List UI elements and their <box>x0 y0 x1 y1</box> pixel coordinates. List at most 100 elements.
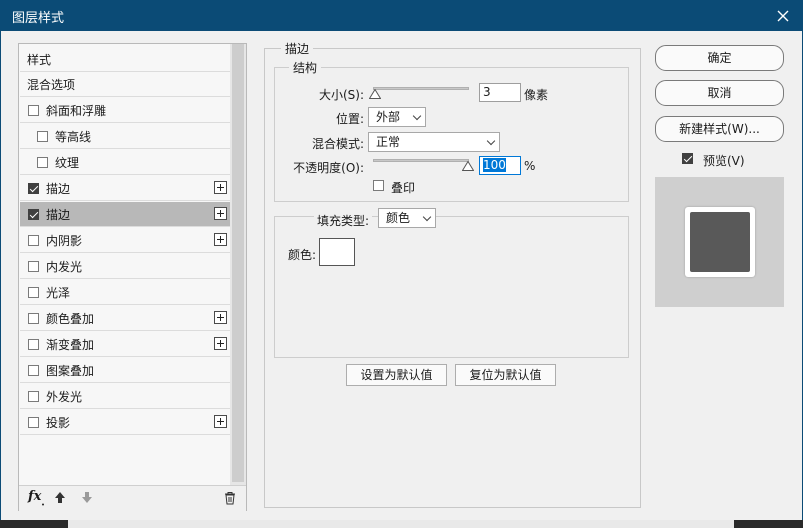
list-item-label: 光泽 <box>46 285 71 300</box>
position-select[interactable]: 外部 <box>368 107 426 127</box>
style-preview <box>655 177 784 307</box>
stroke-section-title: 描边 <box>281 40 314 57</box>
checkbox[interactable] <box>37 130 48 142</box>
reset-default-button[interactable]: 复位为默认值 <box>455 364 556 386</box>
list-item-inner-glow[interactable]: 内发光 <box>20 254 230 279</box>
preview-checkbox[interactable] <box>682 153 693 164</box>
list-item-satin[interactable]: 光泽 <box>20 280 230 305</box>
checkbox[interactable] <box>28 208 39 220</box>
list-item-label: 斜面和浮雕 <box>46 103 107 118</box>
list-item-color-overlay[interactable]: 颜色叠加 <box>20 306 230 331</box>
checkbox[interactable] <box>28 312 39 324</box>
add-effect-button[interactable] <box>214 415 227 428</box>
set-default-button[interactable]: 设置为默认值 <box>346 364 447 386</box>
checkbox[interactable] <box>28 234 39 246</box>
size-unit: 像素 <box>524 88 549 102</box>
arrow-up-icon[interactable] <box>54 491 66 504</box>
list-item-bevel-emboss[interactable]: 斜面和浮雕 <box>20 98 230 123</box>
styles-list-panel: 样式 混合选项 斜面和浮雕 等高线 纹理 描边 描边 内阴影 内发光 光泽 颜色 <box>18 43 247 511</box>
list-item-label: 投影 <box>46 415 71 430</box>
preview-label: 预览(V) <box>703 154 745 168</box>
opacity-slider-thumb[interactable] <box>462 161 474 171</box>
opacity-value: 100 <box>483 158 506 172</box>
list-item-label: 纹理 <box>55 155 80 170</box>
size-slider-track[interactable] <box>373 87 469 90</box>
list-item-label: 描边 <box>46 207 71 222</box>
checkbox[interactable] <box>28 338 39 350</box>
list-item-label: 内发光 <box>46 259 83 274</box>
checkbox[interactable] <box>37 156 48 168</box>
opacity-unit: % <box>524 159 536 173</box>
background-light-strip <box>68 520 734 528</box>
opacity-slider-track[interactable] <box>373 159 469 162</box>
list-item-label: 渐变叠加 <box>46 337 95 352</box>
preview-square-border <box>685 207 755 277</box>
position-label: 位置: <box>335 112 364 126</box>
list-item-label: 图案叠加 <box>46 363 95 378</box>
list-item-label: 外发光 <box>46 389 83 404</box>
add-effect-button[interactable] <box>214 311 227 324</box>
list-scrollbar[interactable] <box>230 44 246 485</box>
size-label: 大小(S): <box>318 88 364 102</box>
list-item-label: 描边 <box>46 181 71 196</box>
checkbox[interactable] <box>28 182 39 194</box>
add-effect-button[interactable] <box>214 207 227 220</box>
trash-icon[interactable] <box>224 491 236 505</box>
color-swatch[interactable] <box>319 238 355 266</box>
fill-type-label: 填充类型: <box>314 212 373 229</box>
new-style-button[interactable]: 新建样式(W)... <box>655 116 784 142</box>
background-strip <box>0 520 803 528</box>
title-bar: 图层样式 <box>0 0 803 31</box>
list-header-styles[interactable]: 样式 <box>20 47 230 72</box>
overprint-checkbox[interactable] <box>373 180 384 191</box>
checkbox[interactable] <box>28 286 39 298</box>
fx-button[interactable]: fx <box>28 489 41 504</box>
list-item-pattern-overlay[interactable]: 图案叠加 <box>20 358 230 383</box>
chevron-down-icon <box>422 212 432 222</box>
add-effect-button[interactable] <box>214 181 227 194</box>
color-label: 颜色: <box>288 248 317 262</box>
chevron-down-icon <box>412 111 422 121</box>
list-item-stroke-selected[interactable]: 描边 <box>20 202 230 227</box>
chevron-down-icon <box>486 136 496 146</box>
list-item-label: 样式 <box>27 52 52 67</box>
add-effect-button[interactable] <box>214 233 227 246</box>
fill-type-select[interactable]: 颜色 <box>378 208 436 228</box>
add-effect-button[interactable] <box>214 337 227 350</box>
ok-button[interactable]: 确定 <box>655 45 784 71</box>
list-item-label: 等高线 <box>55 129 92 144</box>
structure-title: 结构 <box>289 59 322 76</box>
opacity-label: 不透明度(O): <box>293 161 364 175</box>
cancel-button[interactable]: 取消 <box>655 80 784 106</box>
fill-type-value: 颜色 <box>386 211 411 225</box>
list-item-texture[interactable]: 纹理 <box>20 150 230 175</box>
list-item-inner-shadow[interactable]: 内阴影 <box>20 228 230 253</box>
checkbox[interactable] <box>28 104 39 116</box>
close-icon <box>777 10 789 21</box>
size-input[interactable]: 3 <box>479 83 521 102</box>
list-item-blending-options[interactable]: 混合选项 <box>20 72 230 97</box>
list-item-stroke[interactable]: 描边 <box>20 176 230 201</box>
fx-dropdown-icon <box>42 503 44 506</box>
list-item-label: 混合选项 <box>27 77 76 92</box>
checkbox[interactable] <box>28 260 39 272</box>
size-slider-thumb[interactable] <box>369 89 381 99</box>
list-item-label: 内阴影 <box>46 233 83 248</box>
arrow-down-icon[interactable] <box>81 491 93 504</box>
list-item-contour[interactable]: 等高线 <box>20 124 230 149</box>
checkbox[interactable] <box>28 364 39 376</box>
blend-mode-select[interactable]: 正常 <box>368 132 500 152</box>
overprint-label: 叠印 <box>391 181 416 195</box>
list-item-outer-glow[interactable]: 外发光 <box>20 384 230 409</box>
list-item-drop-shadow[interactable]: 投影 <box>20 410 230 435</box>
list-item-label: 颜色叠加 <box>46 311 95 326</box>
opacity-input[interactable]: 100 <box>479 156 521 175</box>
checkbox[interactable] <box>28 416 39 428</box>
checkbox[interactable] <box>28 390 39 402</box>
scrollbar-thumb[interactable] <box>232 44 244 482</box>
position-value: 外部 <box>376 110 401 124</box>
blend-mode-label: 混合模式: <box>311 137 364 151</box>
list-item-gradient-overlay[interactable]: 渐变叠加 <box>20 332 230 357</box>
close-button[interactable] <box>763 0 803 31</box>
window-title: 图层样式 <box>12 11 65 26</box>
